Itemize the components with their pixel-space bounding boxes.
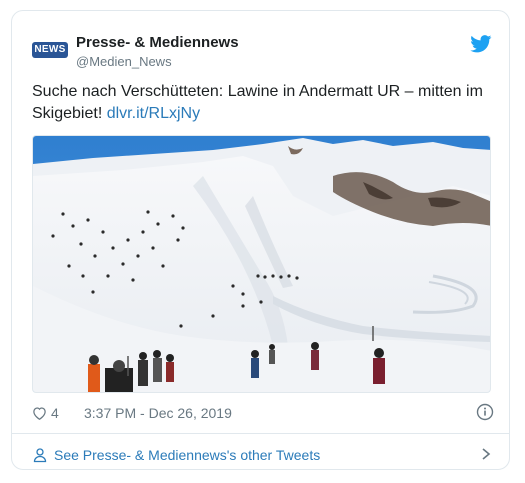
tweet-link[interactable]: dlvr.it/RLxjNy <box>107 105 200 122</box>
tweet-timestamp[interactable]: 3:37 PM - Dec 26, 2019 <box>84 404 232 422</box>
author-handle[interactable]: @Medien_News <box>76 53 239 71</box>
chevron-right-icon <box>482 448 491 460</box>
see-other-tweets-link[interactable]: See Presse- & Mediennews's other Tweets <box>32 443 492 467</box>
tweet-body: Suche nach Verschütteten: Lawine in Ande… <box>32 83 483 122</box>
divider <box>12 433 509 434</box>
like-button[interactable]: 4 <box>32 404 59 422</box>
see-other-tweets-label[interactable]: See Presse- & Mediennews's other Tweets <box>54 447 320 463</box>
photo-icon <box>33 136 490 392</box>
tweet-meta: 4 3:37 PM - Dec 26, 2019 <box>32 403 494 423</box>
avatar[interactable]: NEWS <box>32 42 68 58</box>
user-icon <box>33 448 47 463</box>
tweet-card: NEWS Presse- & Mediennews @Medien_News S… <box>11 10 510 470</box>
tweet-photo[interactable] <box>32 135 491 393</box>
heart-icon <box>33 407 46 420</box>
tweet-header: NEWS Presse- & Mediennews @Medien_News <box>32 33 492 73</box>
like-count: 4 <box>51 405 59 421</box>
author-display-name[interactable]: Presse- & Mediennews <box>76 33 239 53</box>
author-names[interactable]: Presse- & Mediennews @Medien_News <box>76 33 239 71</box>
twitter-bird-icon[interactable] <box>470 35 492 53</box>
info-icon[interactable] <box>476 403 494 421</box>
tweet-text: Suche nach Verschütteten: Lawine in Ande… <box>32 81 497 125</box>
